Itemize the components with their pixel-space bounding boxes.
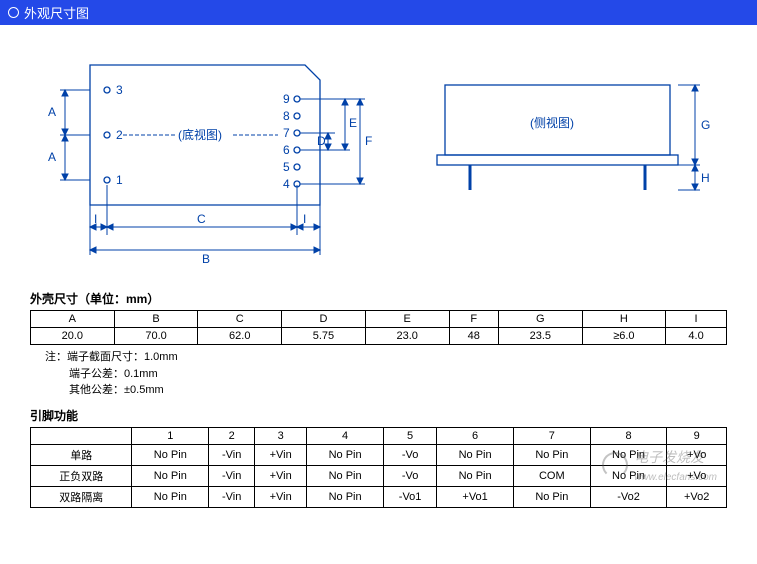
- note-line: 端子公差：0.1mm: [69, 366, 727, 383]
- side-view-label: (侧视图): [530, 115, 574, 130]
- dim-B: B: [202, 252, 210, 266]
- dimensions-table: A B C D E F G H I 20.0 70.0 62.0 5.75 23…: [30, 310, 727, 345]
- pin-cell: -Vin: [209, 444, 255, 465]
- pin-cell: No Pin: [132, 465, 209, 486]
- pin-col: 7: [513, 427, 590, 444]
- dim-val: 4.0: [666, 328, 727, 345]
- watermark-url: www.elecfans.com: [634, 472, 717, 483]
- note-line: 其他公差：±0.5mm: [69, 382, 727, 399]
- pin-cell: +Vin: [255, 444, 307, 465]
- pin-cell: -Vo: [383, 444, 436, 465]
- dim-col: H: [582, 311, 665, 328]
- bottom-view-label: (底视图): [178, 127, 222, 142]
- dim-val: ≥6.0: [582, 328, 665, 345]
- dim-val: 5.75: [282, 328, 366, 345]
- dim-F: F: [365, 134, 372, 148]
- pin-label: 2: [116, 128, 123, 142]
- dim-col: I: [666, 311, 727, 328]
- pin-col: [31, 427, 132, 444]
- pin-label: 7: [283, 126, 290, 140]
- dim-val: 48: [449, 328, 498, 345]
- note-line: 注：端子截面尺寸：1.0mm: [45, 349, 727, 366]
- pin-label: 5: [283, 160, 290, 174]
- section-header: 外观尺寸图: [0, 0, 757, 25]
- row-label: 单路: [31, 444, 132, 465]
- dim-val: 20.0: [31, 328, 115, 345]
- header-bullet-icon: [8, 7, 19, 18]
- diagram-area: 3 2 1 9 8 7 6 5 4 (底视图) A A: [0, 25, 757, 282]
- dim-val: 23.0: [365, 328, 449, 345]
- dim-col: G: [498, 311, 582, 328]
- table-row: A B C D E F G H I: [31, 311, 727, 328]
- pin-cell: -Vo2: [590, 486, 667, 507]
- pin-cell: -Vo: [383, 465, 436, 486]
- pin-cell: +Vo1: [437, 486, 514, 507]
- row-label: 正负双路: [31, 465, 132, 486]
- dim-col: D: [282, 311, 366, 328]
- dim-col: C: [198, 311, 282, 328]
- table-row: 双路隔离 No Pin -Vin +Vin No Pin -Vo1 +Vo1 N…: [31, 486, 727, 507]
- pin-cell: No Pin: [132, 486, 209, 507]
- pin-cell: -Vo1: [383, 486, 436, 507]
- pin-cell: No Pin: [307, 486, 384, 507]
- pin-col: 9: [667, 427, 727, 444]
- pin-label: 9: [283, 92, 290, 106]
- dim-E: E: [349, 116, 357, 130]
- bottom-view-diagram: 3 2 1 9 8 7 6 5 4 (底视图) A A: [30, 55, 375, 270]
- pin-label: 8: [283, 109, 290, 123]
- dim-val: 62.0: [198, 328, 282, 345]
- pin-cell: No Pin: [437, 444, 514, 465]
- dimension-notes: 注：端子截面尺寸：1.0mm 端子公差：0.1mm 其他公差：±0.5mm: [45, 349, 727, 399]
- pin-col: 8: [590, 427, 667, 444]
- dimensions-title: 外壳尺寸（单位：mm）: [30, 290, 727, 307]
- dim-val: 23.5: [498, 328, 582, 345]
- pin-label: 4: [283, 177, 290, 191]
- dim-col: F: [449, 311, 498, 328]
- pin-cell: +Vin: [255, 486, 307, 507]
- pin-cell: -Vin: [209, 486, 255, 507]
- dim-col: E: [365, 311, 449, 328]
- side-view-diagram: (侧视图) G H: [435, 55, 725, 225]
- table-row: 1 2 3 4 5 6 7 8 9: [31, 427, 727, 444]
- pin-cell: COM: [513, 465, 590, 486]
- pin-label: 6: [283, 143, 290, 157]
- pin-col: 6: [437, 427, 514, 444]
- dim-col: B: [114, 311, 198, 328]
- pin-cell: No Pin: [437, 465, 514, 486]
- pin-col: 1: [132, 427, 209, 444]
- pin-col: 4: [307, 427, 384, 444]
- pin-cell: No Pin: [132, 444, 209, 465]
- pin-cell: No Pin: [513, 486, 590, 507]
- watermark: 电子发烧友 www.elecfans.com: [602, 447, 717, 483]
- pin-col: 5: [383, 427, 436, 444]
- pin-function-title: 引脚功能: [30, 407, 727, 424]
- pin-label: 1: [116, 173, 123, 187]
- pin-cell: +Vo2: [667, 486, 727, 507]
- dim-D: D: [317, 134, 326, 148]
- pin-cell: No Pin: [307, 465, 384, 486]
- dim-I1: I: [94, 212, 97, 226]
- watermark-text: 电子发烧友: [634, 449, 704, 465]
- pin-cell: +Vin: [255, 465, 307, 486]
- dim-G: G: [701, 118, 710, 132]
- header-title: 外观尺寸图: [24, 3, 89, 22]
- dim-val: 70.0: [114, 328, 198, 345]
- row-label: 双路隔离: [31, 486, 132, 507]
- pin-label: 3: [116, 83, 123, 97]
- dim-A1: A: [48, 105, 56, 119]
- dim-col: A: [31, 311, 115, 328]
- dim-H: H: [701, 171, 710, 185]
- pin-col: 2: [209, 427, 255, 444]
- dim-C: C: [197, 212, 206, 226]
- dim-A2: A: [48, 150, 56, 164]
- pin-cell: -Vin: [209, 465, 255, 486]
- table-row: 20.0 70.0 62.0 5.75 23.0 48 23.5 ≥6.0 4.…: [31, 328, 727, 345]
- pin-cell: No Pin: [307, 444, 384, 465]
- headset-icon: [602, 452, 628, 478]
- pin-col: 3: [255, 427, 307, 444]
- pin-cell: No Pin: [513, 444, 590, 465]
- dim-I2: I: [303, 212, 306, 226]
